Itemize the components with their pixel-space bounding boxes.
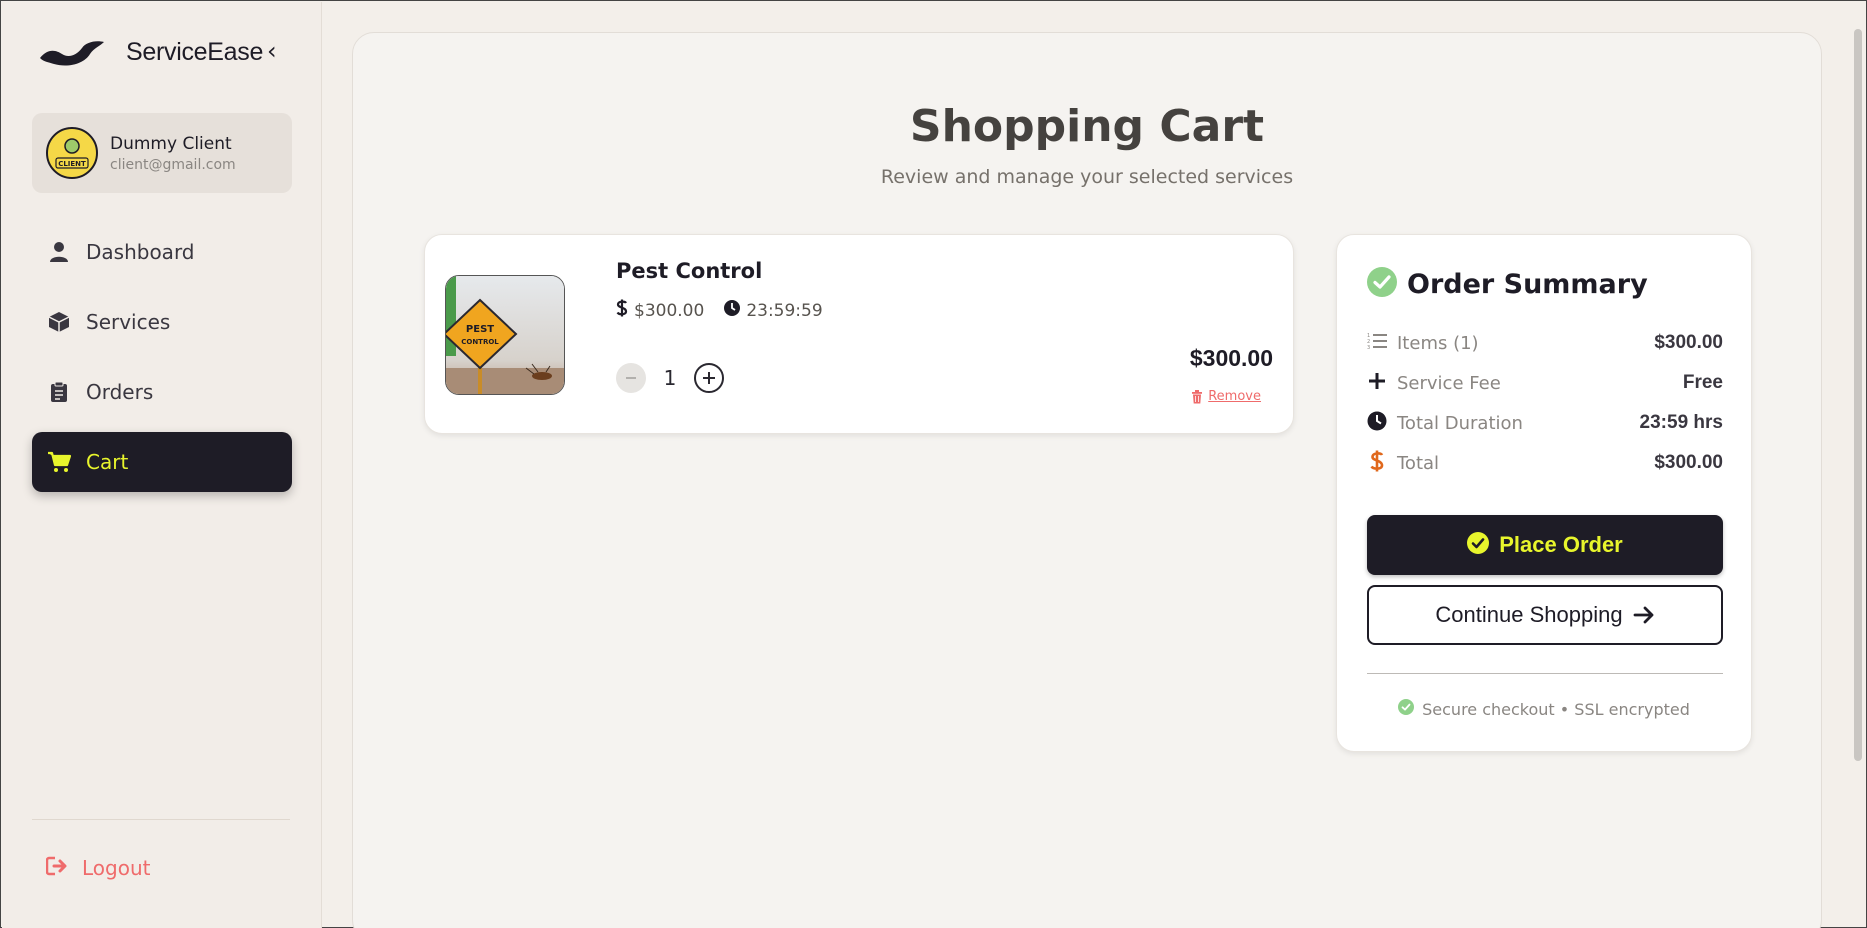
clock-icon [1367, 411, 1387, 435]
check-circle-icon [1398, 699, 1415, 719]
order-summary-card: Order Summary 123 Items (1) $300.00 Serv… [1336, 234, 1752, 752]
sidebar: ServiceEase ‹ CLIENT Dummy Client client… [2, 2, 322, 928]
summary-row-total-duration: Total Duration 23:59 hrs [1367, 403, 1723, 443]
summary-value: $300.00 [1654, 332, 1723, 353]
remove-item-button[interactable]: Remove [1191, 389, 1261, 404]
logout-icon [45, 856, 70, 880]
item-duration: 23:59:59 [746, 300, 823, 321]
dollar-icon [616, 299, 628, 322]
sign-text-line-2: CONTROL [461, 338, 499, 346]
plus-icon [703, 372, 715, 384]
continue-shopping-label: Continue Shopping [1435, 602, 1623, 627]
sidebar-item-label: Orders [86, 380, 154, 404]
sidebar-item-orders[interactable]: Orders [32, 362, 292, 422]
sidebar-item-dashboard[interactable]: Dashboard [32, 222, 292, 282]
item-price: $300.00 [634, 300, 705, 321]
minus-icon [626, 377, 636, 379]
summary-label: Total Duration [1397, 412, 1523, 434]
continue-shopping-button[interactable]: Continue Shopping [1367, 585, 1723, 645]
logout-label: Logout [82, 856, 151, 880]
clock-icon [724, 300, 741, 321]
user-icon [46, 239, 72, 265]
sidebar-divider [32, 819, 290, 820]
summary-row-items: 123 Items (1) $300.00 [1367, 323, 1723, 363]
summary-rows: 123 Items (1) $300.00 Service Fee Free T… [1367, 323, 1723, 483]
clipboard-icon [46, 379, 72, 405]
summary-value: $300.00 [1654, 452, 1723, 473]
page-scrollbar[interactable] [1854, 29, 1862, 761]
sidebar-item-label: Cart [86, 450, 129, 474]
plus-icon [1367, 371, 1387, 395]
main-panel: Shopping Cart Review and manage your sel… [352, 32, 1822, 928]
check-circle-icon [1467, 532, 1490, 558]
user-name: Dummy Client [110, 133, 232, 154]
item-name: Pest Control [616, 259, 763, 283]
user-profile-card: CLIENT Dummy Client client@gmail.com [32, 113, 292, 193]
summary-row-total: Total $300.00 [1367, 443, 1723, 483]
brand-name: ServiceEase [126, 37, 264, 66]
brand[interactable]: ServiceEase ‹ [38, 34, 277, 70]
check-circle-icon [1367, 267, 1397, 301]
quantity-value: 1 [663, 366, 677, 390]
remove-label: Remove [1208, 389, 1261, 404]
summary-value: Free [1682, 372, 1723, 393]
box-icon [46, 309, 72, 335]
cart-icon [46, 449, 72, 475]
arrow-right-icon [1633, 605, 1655, 625]
summary-label: Items (1) [1397, 332, 1479, 354]
client-avatar-icon: CLIENT [49, 130, 95, 176]
sidebar-item-label: Dashboard [86, 240, 195, 264]
item-line-total: $300.00 [1189, 345, 1273, 371]
item-meta: $300.00 23:59:59 [616, 299, 843, 322]
increase-quantity-button[interactable] [694, 363, 724, 393]
decrease-quantity-button[interactable] [616, 363, 646, 393]
summary-divider [1367, 673, 1723, 674]
place-order-button[interactable]: Place Order [1367, 515, 1723, 575]
avatar-badge-text: CLIENT [58, 160, 86, 168]
sidebar-item-label: Services [86, 310, 171, 334]
summary-row-service-fee: Service Fee Free [1367, 363, 1723, 403]
secure-checkout-text: Secure checkout • SSL encrypted [1422, 699, 1690, 719]
pest-control-sign-image: PEST CONTROL [446, 276, 564, 394]
avatar: CLIENT [46, 127, 98, 179]
secure-checkout-note: Secure checkout • SSL encrypted [1337, 699, 1751, 719]
collapse-sidebar-icon[interactable]: ‹ [267, 37, 277, 65]
quantity-stepper: 1 [616, 363, 724, 393]
summary-value: 23:59 hrs [1639, 412, 1723, 433]
sidebar-item-cart[interactable]: Cart [32, 432, 292, 492]
trash-icon [1192, 389, 1203, 403]
summary-label: Total [1397, 452, 1440, 474]
page-subtitle: Review and manage your selected services [880, 166, 1294, 188]
dollar-icon [1367, 450, 1387, 476]
page-title: Shopping Cart [909, 101, 1265, 152]
sidebar-item-services[interactable]: Services [32, 292, 292, 352]
logout-button[interactable]: Logout [45, 856, 151, 880]
sign-text-line-1: PEST [466, 324, 494, 335]
place-order-label: Place Order [1499, 532, 1623, 557]
svg-text:3: 3 [1367, 345, 1370, 350]
service-image: PEST CONTROL [445, 275, 565, 395]
user-email: client@gmail.com [110, 156, 236, 173]
hand-logo-icon [40, 41, 104, 66]
summary-label: Service Fee [1397, 372, 1501, 394]
sidebar-nav: Dashboard Services Orders Cart [32, 222, 292, 502]
list-icon: 123 [1367, 332, 1387, 354]
summary-title: Order Summary [1407, 268, 1648, 300]
cart-item-card: PEST CONTROL Pest Control $300.00 23:59:… [424, 234, 1294, 434]
